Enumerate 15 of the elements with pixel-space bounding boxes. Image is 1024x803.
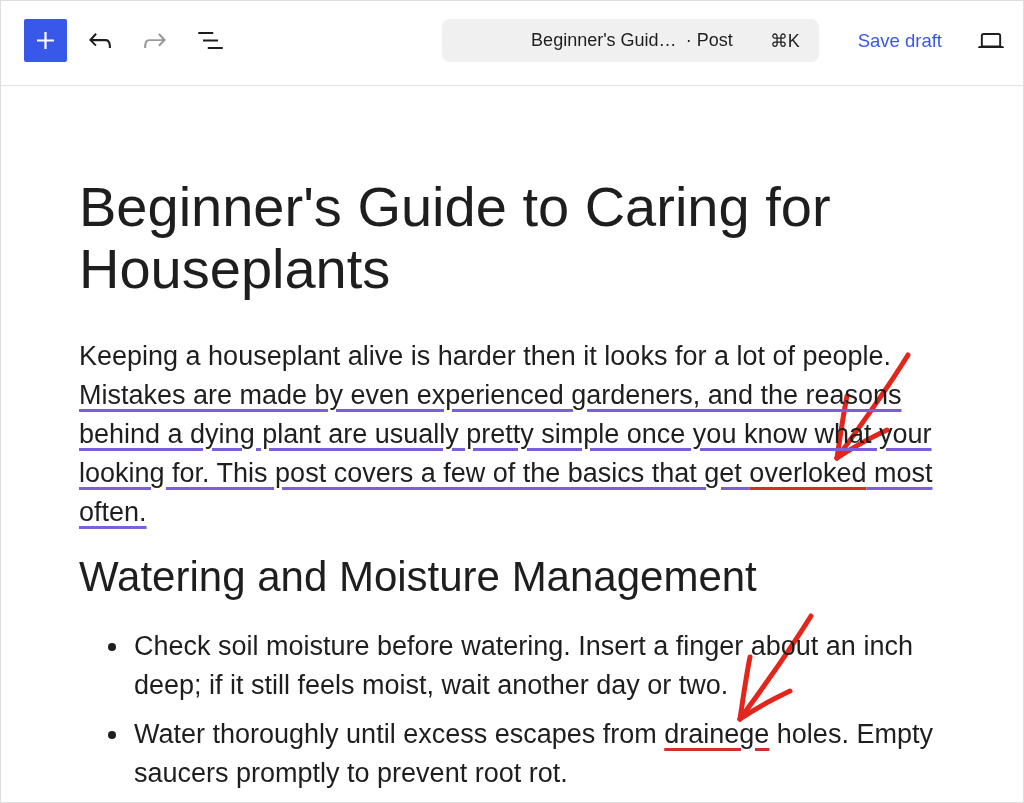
- bullet-icon: [108, 643, 116, 651]
- save-draft-button[interactable]: Save draft: [857, 29, 942, 52]
- post-title: Beginner's Guide to Caring for Houseplants: [79, 176, 832, 300]
- bullet-icon: [108, 731, 116, 739]
- section-heading: Watering and Moisture Management: [79, 552, 758, 602]
- misspelled-word: drainege: [664, 719, 770, 749]
- laptop-icon[interactable]: [978, 33, 1004, 48]
- keyboard-shortcut: ⌘K: [769, 29, 800, 52]
- document-title-button[interactable]: Beginner's Guid… · Post: [531, 30, 733, 51]
- list-icon[interactable]: [198, 32, 223, 49]
- list-item-text: Water thoroughly until excess escapes from drainege holes. Empty saucers promptly to prevent root rot.: [134, 715, 959, 793]
- undo-icon[interactable]: [89, 33, 111, 48]
- misspelled-word: overloked: [749, 458, 867, 488]
- add-block-button[interactable]: [24, 19, 67, 62]
- plus-icon: [37, 32, 54, 49]
